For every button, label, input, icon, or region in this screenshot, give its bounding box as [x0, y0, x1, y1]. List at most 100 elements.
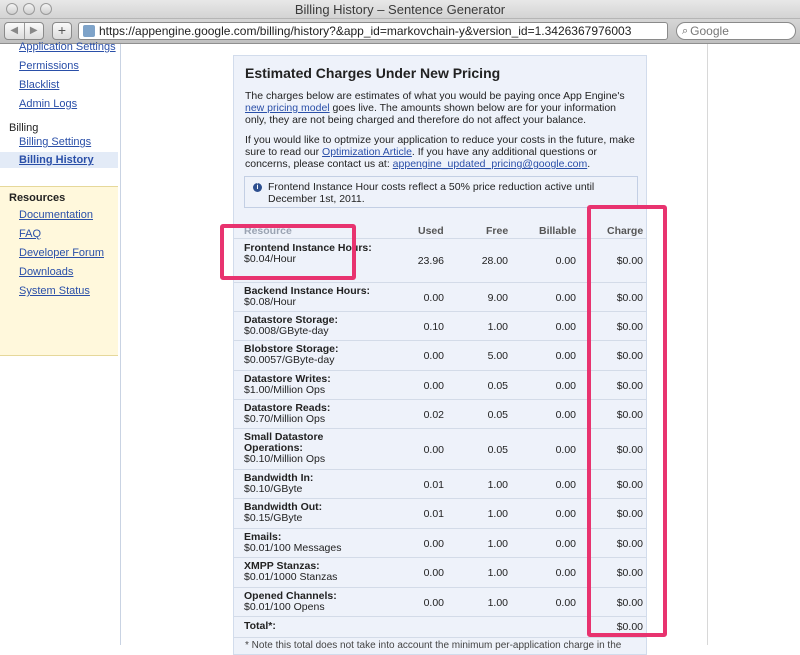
page-title: Estimated Charges Under New Pricing [245, 65, 501, 81]
used-value: 23.96 [417, 255, 444, 267]
table-row: Opened Channels: $0.01/100 Opens 0.00 1.0… [234, 587, 646, 617]
resource-link-system-status[interactable]: System Status [19, 285, 90, 297]
billable-value: 0.00 [555, 292, 576, 304]
billable-value: 0.00 [555, 444, 576, 456]
table-row: Small Datastore Operations: $0.10/Million… [234, 428, 646, 470]
optimize-text-end: . [587, 158, 591, 170]
billable-value: 0.00 [555, 538, 576, 550]
free-value: 1.00 [487, 508, 508, 520]
resource-rate: $1.00/Million Ops [244, 384, 326, 396]
free-value: 1.00 [487, 321, 508, 333]
resource-rate: $0.01/1000 Stanzas [244, 571, 338, 583]
billable-value: 0.00 [555, 479, 576, 491]
sidebar-item-permissions[interactable]: Permissions [19, 60, 79, 72]
total-label: Total*: [244, 620, 276, 632]
used-value: 0.01 [423, 508, 444, 520]
total-row: Total*: $0.00 [234, 616, 646, 638]
used-value: 0.10 [423, 321, 444, 333]
new-pricing-model-link[interactable]: new pricing model [245, 102, 330, 114]
estimated-charges-panel: Estimated Charges Under New Pricing The … [233, 55, 647, 655]
forward-arrow-icon[interactable]: ▶ [23, 23, 44, 39]
free-value: 5.00 [487, 350, 508, 362]
sidebar-nav: Application Settings Permissions Blackli… [0, 41, 118, 645]
notice-text: Frontend Instance Hour costs reflect a 5… [268, 181, 595, 205]
frontend-hours-highlight [220, 224, 356, 280]
table-row: XMPP Stanzas: $0.01/1000 Stanzas 0.00 1.0… [234, 557, 646, 588]
resource-link-documentation[interactable]: Documentation [19, 209, 93, 221]
browser-toolbar: ◀ ▶ + https://appengine.google.com/billi… [0, 19, 800, 44]
resource-link-developer-forum[interactable]: Developer Forum [19, 247, 104, 259]
table-row: Backend Instance Hours: $0.08/Hour 0.00 9… [234, 282, 646, 312]
billable-value: 0.00 [555, 380, 576, 392]
resource-rate: $0.01/100 Messages [244, 542, 342, 554]
used-value: 0.00 [423, 567, 444, 579]
col-header-billable: Billable [539, 225, 577, 237]
resource-name: Small Datastore Operations: [244, 431, 324, 454]
free-value: 0.05 [487, 444, 508, 456]
add-bookmark-button[interactable]: + [52, 22, 72, 40]
free-value: 28.00 [481, 255, 508, 267]
resources-heading: Resources [9, 192, 66, 204]
sidebar-item-application-settings[interactable]: Application Settings [19, 41, 116, 53]
free-value: 1.00 [487, 567, 508, 579]
table-row: Datastore Reads: $0.70/Million Ops 0.02 0… [234, 399, 646, 429]
billable-value: 0.00 [555, 255, 576, 267]
resource-link-downloads[interactable]: Downloads [19, 266, 73, 278]
table-row: Datastore Storage: $0.008/GByte-day 0.10 … [234, 311, 646, 341]
resource-rate: $0.15/GByte [244, 512, 303, 524]
sidebar-item-billing-settings[interactable]: Billing Settings [19, 136, 91, 148]
used-value: 0.00 [423, 597, 444, 609]
resource-rate: $0.10/GByte [244, 483, 303, 495]
sidebar-item-billing-history-selected: Billing History [0, 152, 118, 168]
resource-link-faq[interactable]: FAQ [19, 228, 41, 240]
optimization-article-link[interactable]: Optimization Article [322, 146, 412, 158]
free-value: 1.00 [487, 538, 508, 550]
billable-value: 0.00 [555, 567, 576, 579]
intro-text: The charges below are estimates of what … [245, 90, 625, 102]
billable-value: 0.00 [555, 508, 576, 520]
used-value: 0.00 [423, 380, 444, 392]
window-title-bar: Billing History – Sentence Generator [0, 0, 800, 19]
free-value: 9.00 [487, 292, 508, 304]
billable-value: 0.00 [555, 321, 576, 333]
resource-rate: $0.008/GByte-day [244, 325, 329, 337]
table-row: Datastore Writes: $1.00/Million Ops 0.00 … [234, 370, 646, 400]
history-nav-buttons: ◀ ▶ [4, 22, 44, 40]
billable-value: 0.00 [555, 350, 576, 362]
site-favicon-icon [83, 25, 95, 37]
back-arrow-icon[interactable]: ◀ [5, 23, 24, 39]
free-value: 0.05 [487, 409, 508, 421]
used-value: 0.00 [423, 350, 444, 362]
search-icon[interactable]: ⌕ [682, 23, 688, 39]
address-bar[interactable]: https://appengine.google.com/billing/his… [78, 22, 668, 40]
content-right-border [707, 44, 708, 645]
footnote: * Note this total does not take into acc… [245, 640, 622, 651]
used-value: 0.00 [423, 292, 444, 304]
free-value: 0.05 [487, 380, 508, 392]
search-input[interactable]: ⌕ Google [676, 22, 796, 40]
free-value: 1.00 [487, 479, 508, 491]
billable-value: 0.00 [555, 409, 576, 421]
used-value: 0.00 [423, 538, 444, 550]
price-reduction-notice: i Frontend Instance Hour costs reflect a… [244, 176, 638, 208]
used-value: 0.02 [423, 409, 444, 421]
resource-rate: $0.10/Million Ops [244, 453, 326, 465]
table-row: Emails: $0.01/100 Messages 0.00 1.00 0.00… [234, 528, 646, 558]
sidebar-item-admin-logs[interactable]: Admin Logs [19, 98, 77, 110]
url-text[interactable]: https://appengine.google.com/billing/his… [99, 24, 631, 38]
window-title: Billing History – Sentence Generator [294, 2, 506, 17]
resource-rate: $0.01/100 Opens [244, 601, 325, 613]
resource-rate: $0.0057/GByte-day [244, 354, 335, 366]
used-value: 0.01 [423, 479, 444, 491]
sidebar-item-billing-history[interactable]: Billing History [19, 154, 94, 166]
intro-paragraph: The charges below are estimates of what … [245, 90, 640, 126]
col-header-used: Used [418, 225, 444, 237]
sidebar-heading-billing: Billing [9, 122, 39, 134]
used-value: 0.00 [423, 444, 444, 456]
info-icon: i [253, 183, 262, 192]
table-row: Bandwidth In: $0.10/GByte 0.01 1.00 0.00 … [234, 469, 646, 499]
sidebar-divider [120, 44, 121, 645]
sidebar-item-blacklist[interactable]: Blacklist [19, 79, 59, 91]
support-email-link[interactable]: appengine_updated_pricing@google.com [393, 158, 588, 170]
col-header-free: Free [486, 225, 509, 237]
